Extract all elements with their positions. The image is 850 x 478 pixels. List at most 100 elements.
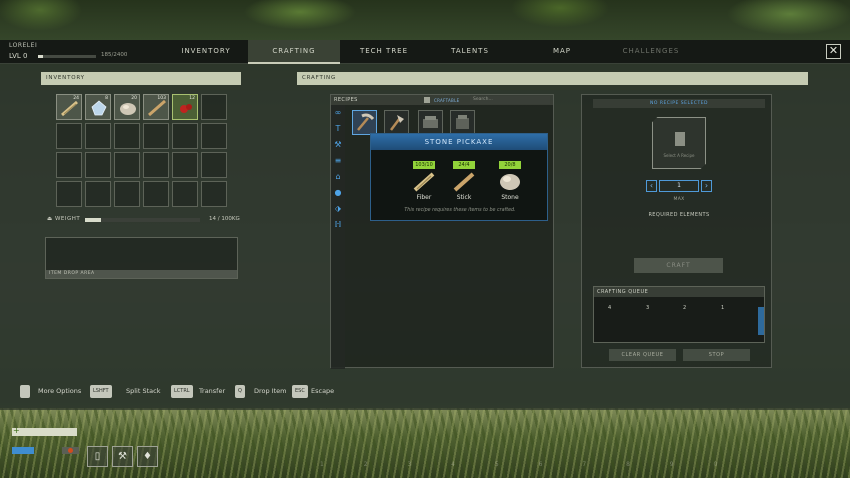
crafting-queue: CRAFTING QUEUE 4 3 2 1	[593, 286, 765, 343]
close-icon[interactable]: ✕	[826, 44, 841, 59]
inventory-slot[interactable]	[56, 152, 82, 178]
inventory-slot[interactable]	[172, 152, 198, 178]
queue-scrollbar[interactable]	[758, 307, 764, 335]
recipes-header: RECIPES CRAFTABLE Search...	[331, 95, 553, 105]
inventory-slot[interactable]	[143, 152, 169, 178]
inventory-slot[interactable]: 8	[85, 94, 111, 120]
inventory-slot[interactable]: 24	[56, 94, 82, 120]
recipe-search-input[interactable]: Search...	[470, 96, 550, 104]
health-icon: +	[13, 426, 20, 435]
stop-button[interactable]: STOP	[683, 349, 750, 361]
recipe-tooltip: STONE PICKAXE 103/10 Fiber 24/4 Stick 20…	[370, 133, 548, 221]
xp-bar	[38, 55, 96, 58]
tab-talents[interactable]: TALENTS	[424, 40, 516, 64]
inventory-slot[interactable]	[143, 123, 169, 149]
item-drop-area[interactable]: ITEM DROP AREA	[45, 237, 238, 279]
hint-text: Split Stack	[126, 387, 161, 395]
inventory-slot[interactable]	[85, 152, 111, 178]
inventory-slot[interactable]	[172, 123, 198, 149]
recipe-item[interactable]	[450, 110, 475, 135]
select-recipe-hint: Select A Recipe	[663, 153, 695, 158]
xp-bar-fill	[38, 55, 43, 58]
document-icon	[675, 132, 685, 146]
inventory-slot[interactable]: 103	[143, 94, 169, 120]
inventory-slot[interactable]	[114, 123, 140, 149]
quantity-value[interactable]: 1	[659, 180, 699, 192]
no-recipe-banner: NO RECIPE SELECTED	[593, 99, 765, 108]
item-qty: 103	[157, 96, 166, 101]
hotbar-slot-3[interactable]: ♦	[137, 446, 158, 467]
tab-map[interactable]: MAP	[516, 40, 608, 64]
inventory-slot[interactable]	[56, 123, 82, 149]
inventory-slot[interactable]	[201, 94, 227, 120]
weight-bar	[85, 218, 200, 222]
tab-challenges[interactable]: CHALLENGES	[605, 40, 697, 64]
ingredient-name: Fiber	[416, 194, 432, 201]
tab-crafting[interactable]: CRAFTING	[248, 40, 340, 64]
crafting-header: CRAFTING	[297, 72, 808, 85]
selected-recipe-box: Select A Recipe	[652, 117, 706, 169]
tab-tech-tree[interactable]: TECH TREE	[338, 40, 430, 64]
inventory-slot[interactable]	[85, 123, 111, 149]
clear-queue-button[interactable]: CLEAR QUEUE	[609, 349, 676, 361]
pickaxe-icon	[357, 113, 375, 131]
key-badge: Q	[235, 385, 245, 398]
inventory-slot[interactable]	[114, 152, 140, 178]
hint-text: Transfer	[199, 387, 226, 395]
chevron-left-icon[interactable]: ‹	[646, 180, 657, 192]
recipe-stone-pickaxe[interactable]	[352, 110, 377, 135]
recipes-label: RECIPES	[334, 97, 358, 103]
craftable-checkbox[interactable]	[424, 97, 430, 103]
inventory-slot[interactable]	[143, 181, 169, 207]
recipe-stone-axe[interactable]	[384, 110, 409, 135]
recipe-item[interactable]	[418, 110, 443, 135]
crystal-icon	[91, 100, 107, 116]
queue-slot-number: 2	[683, 305, 687, 311]
ingredient-name: Stone	[501, 194, 519, 201]
category-all-icon[interactable]: ∞	[333, 108, 343, 118]
ingredient-count: 20/8	[499, 161, 521, 169]
axe-icon	[390, 115, 404, 131]
inventory-slot[interactable]	[201, 123, 227, 149]
inventory-slot[interactable]	[201, 152, 227, 178]
item-drop-area-label: ITEM DROP AREA	[46, 270, 237, 278]
quantity-stepper: ‹ 1 ›	[646, 180, 712, 192]
queue-slot-number: 1	[721, 305, 725, 311]
craft-button[interactable]: CRAFT	[634, 258, 723, 273]
hotbar-slot-2[interactable]: ⚒	[112, 446, 133, 467]
inventory-slot[interactable]	[85, 181, 111, 207]
tab-inventory[interactable]: INVENTORY	[160, 40, 252, 64]
ingredient-name: Stick	[456, 194, 472, 201]
player-name: LORELEI	[9, 42, 38, 49]
category-materials-icon[interactable]: ≡	[333, 156, 343, 166]
chevron-right-icon[interactable]: ›	[701, 180, 712, 192]
category-building-icon[interactable]: ⌂	[333, 172, 343, 182]
item-qty: 20	[131, 96, 137, 101]
category-furniture-icon[interactable]: ℍ	[333, 220, 343, 230]
crate-icon	[423, 116, 438, 128]
inventory-slot[interactable]	[114, 181, 140, 207]
category-consumables-icon[interactable]: ●	[333, 188, 343, 198]
inventory-slot[interactable]	[201, 181, 227, 207]
category-tools-icon[interactable]: T	[333, 124, 343, 134]
category-bar: ∞ T ⚒ ≡ ⌂ ● ⬗ ℍ	[331, 105, 345, 369]
hotbar-numbers: 1 2 3 4 5 6 7 8 9 0	[320, 461, 737, 468]
item-qty: 12	[189, 96, 195, 101]
stamina-bar	[12, 447, 34, 454]
inventory-slot[interactable]: 20	[114, 94, 140, 120]
max-label[interactable]: MAX	[646, 197, 712, 202]
fiber-icon	[61, 100, 78, 117]
hint-text: Escape	[311, 387, 335, 395]
tooltip-note: This recipe requires these items to be c…	[404, 208, 516, 213]
queue-slot-number: 3	[646, 305, 650, 311]
tooltip-title: STONE PICKAXE	[371, 134, 547, 150]
inventory-slot[interactable]	[56, 181, 82, 207]
hint-text: More Options	[38, 387, 82, 395]
inventory-slot[interactable]: 12	[172, 94, 198, 120]
category-armor-icon[interactable]: ⬗	[333, 204, 343, 214]
inventory-slot[interactable]	[172, 181, 198, 207]
key-badge: LCTRL	[171, 385, 193, 398]
weight-label: ⏏ WEIGHT	[47, 216, 81, 222]
category-weapons-icon[interactable]: ⚒	[333, 140, 343, 150]
hotbar-slot-1[interactable]: ▯	[87, 446, 108, 467]
